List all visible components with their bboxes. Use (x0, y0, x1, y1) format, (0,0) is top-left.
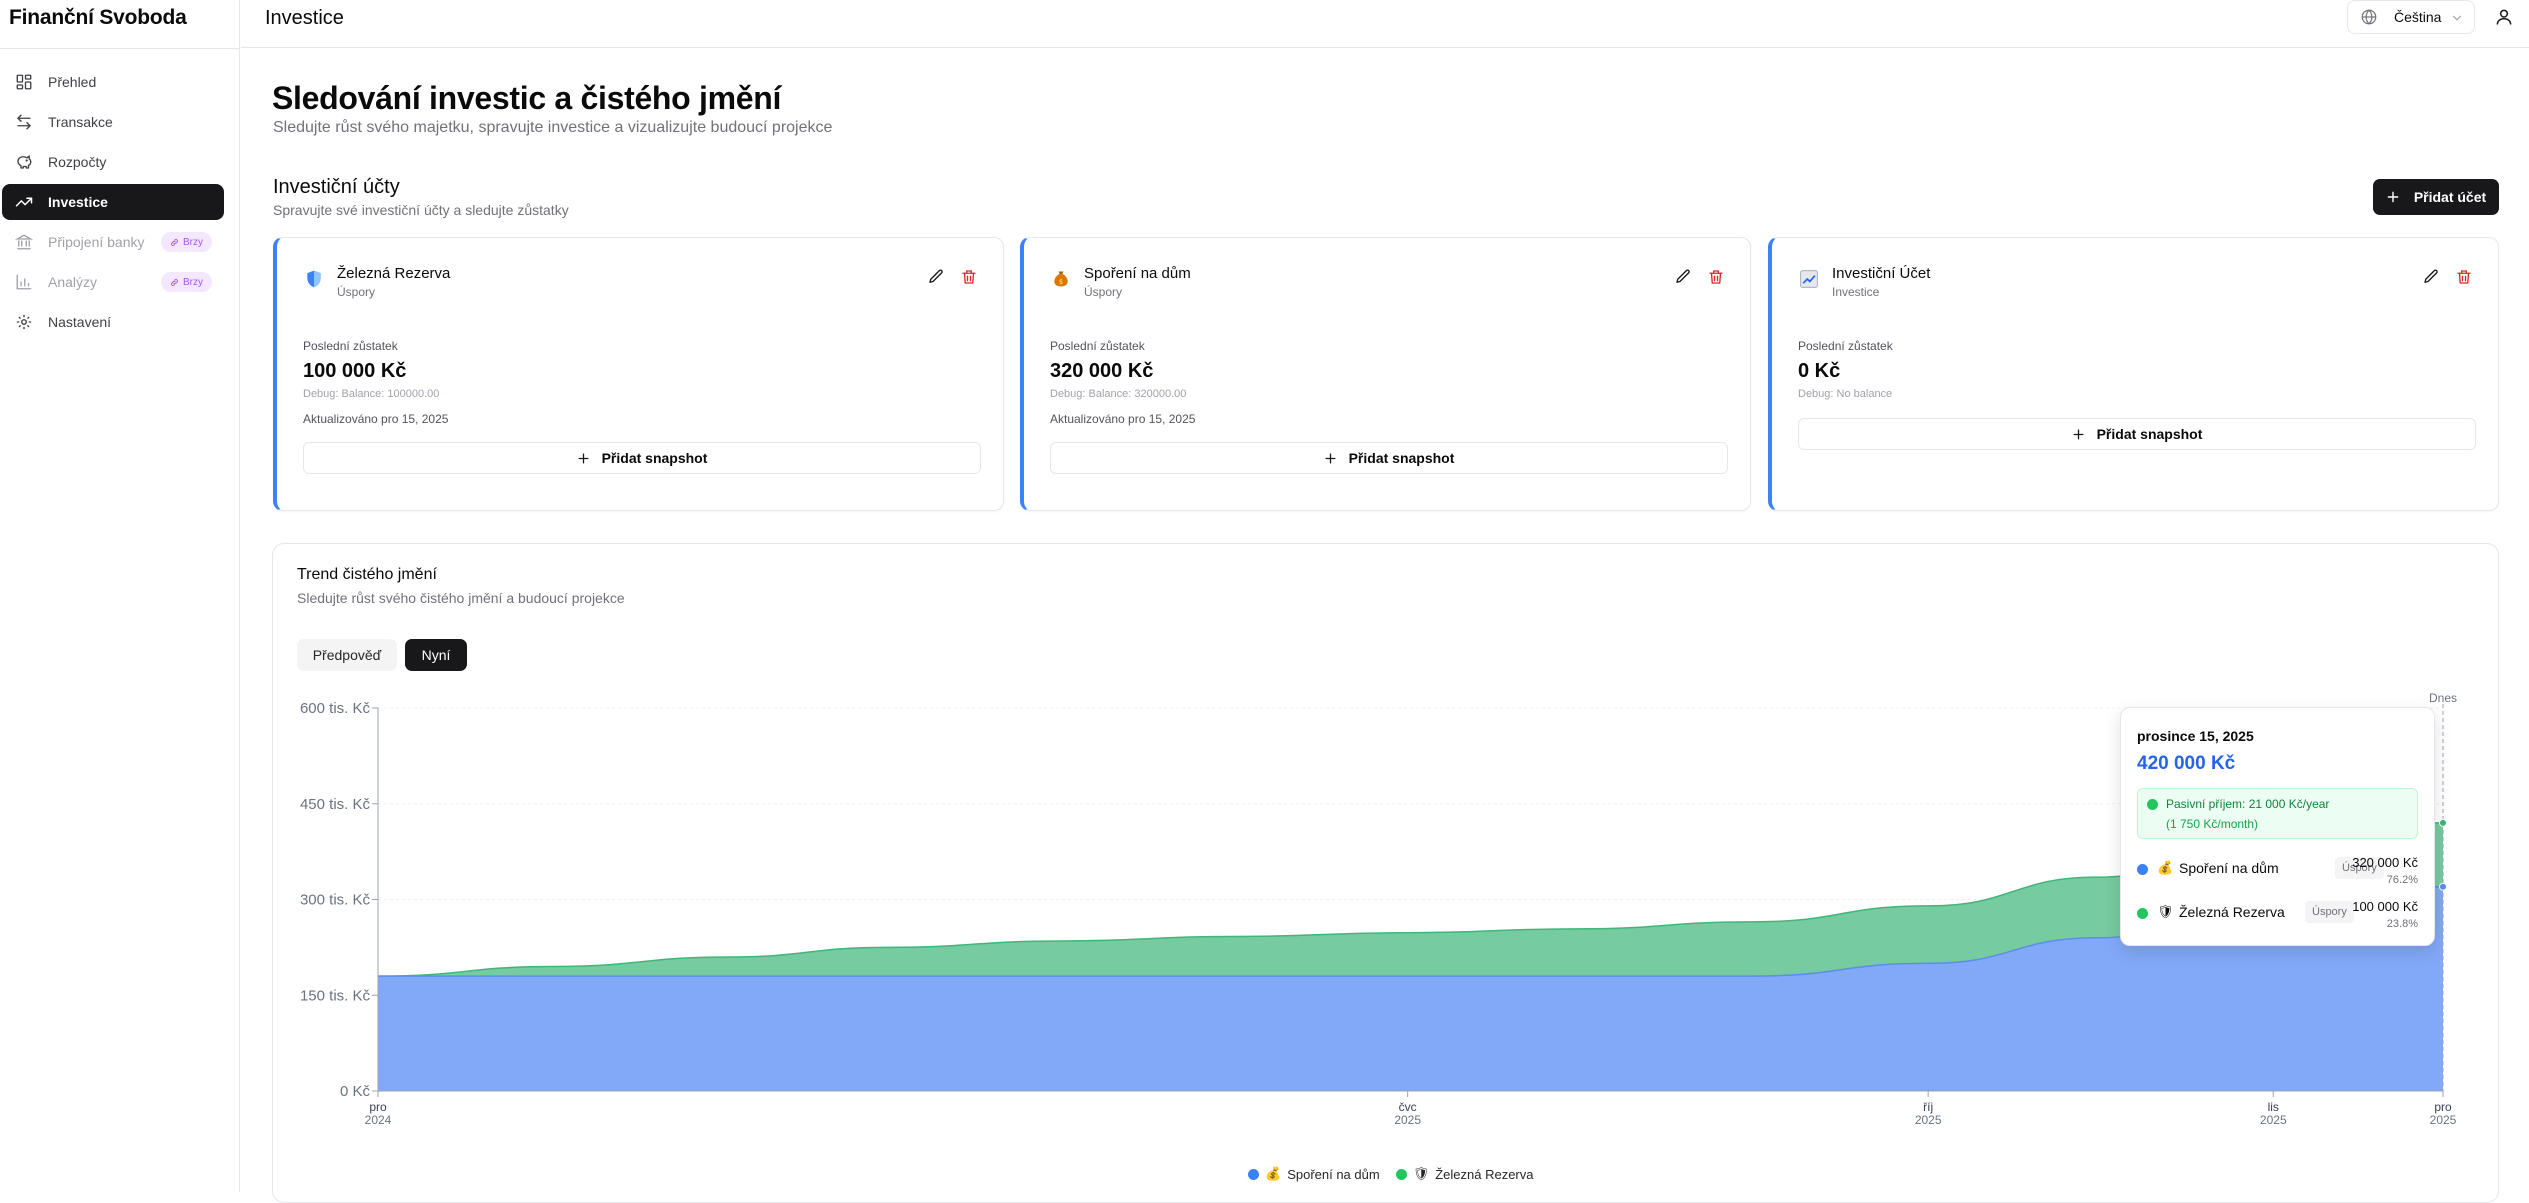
data-point-zelezna-rezerva[interactable] (2439, 818, 2447, 827)
y-tick-label: 300 tis. Kč (300, 892, 371, 909)
net-worth-chart: 0 Kč 150 tis. Kč 300 tis. Kč 450 tis. Kč 600… (300, 691, 2457, 1127)
tooltip-row-tag: Úspory (2305, 901, 2354, 923)
x-tick-year-label: 2025 (1915, 1113, 1942, 1127)
legend-item[interactable]: 💰 Spoření na dům (1248, 1166, 1380, 1182)
tooltip-date: prosince 15, 2025 (2137, 728, 2254, 744)
x-tick-year-label: 2025 (2430, 1113, 2457, 1127)
tooltip-row-pct: 23.8% (2386, 918, 2418, 930)
passive-income-dot (2147, 799, 2158, 810)
tooltip-total: 420 000 Kč (2137, 753, 2236, 774)
passive-income-box: Pasivní příjem: 21 000 Kč/year (1 750 Kč… (2137, 788, 2418, 839)
x-tick-year-label: 2024 (365, 1113, 392, 1127)
tooltip-row-pct: 76.2% (2386, 874, 2418, 886)
passive-income-monthly: (1 750 Kč/month) (2166, 817, 2259, 831)
tooltip-row-dot (2137, 864, 2148, 875)
legend-item[interactable]: 🛡 Železná Rezerva (1395, 1166, 1534, 1182)
today-label: Dnes (2429, 691, 2457, 705)
legend-label: Železná Rezerva (1435, 1166, 1534, 1182)
y-tick-label: 0 Kč (340, 1083, 371, 1100)
legend-label: Spoření na dům (1287, 1166, 1380, 1182)
legend-swatch (1248, 1168, 1259, 1180)
tooltip-row: 💰 Spoření na dům Úspory 320 000 Kč 76.2% (2137, 855, 2418, 891)
x-tick-month-label: pro (369, 1100, 387, 1114)
passive-income-line: Pasivní příjem: 21 000 Kč/year (2166, 797, 2329, 811)
passive-income-value: 21 000 Kč/year (2248, 797, 2330, 811)
x-tick-month-label: lis (2268, 1100, 2279, 1114)
y-tick-label: 450 tis. Kč (300, 796, 371, 813)
x-tick-month-label: říj (1923, 1100, 1933, 1114)
x-tick-month-label: čvc (1399, 1100, 1417, 1114)
tooltip-row-name: Spoření na dům (2179, 860, 2279, 876)
tooltip-row-emoji: 🛡 (2157, 904, 2174, 919)
legend-swatch (1395, 1168, 1407, 1180)
data-point-sporeni-na-dum[interactable] (2439, 882, 2447, 891)
x-tick-month-label: pro (2434, 1100, 2452, 1114)
x-tick-year-label: 2025 (2260, 1113, 2287, 1127)
chart-legend: 💰 Spoření na dům 🛡 Železná Rezerva (1248, 1166, 1534, 1182)
tooltip-row-value: 100 000 Kč (2352, 899, 2418, 914)
legend-emoji: 💰 (1265, 1166, 1282, 1181)
y-tick-label: 150 tis. Kč (300, 987, 371, 1004)
tooltip-row-emoji: 💰 (2157, 860, 2174, 875)
y-tick-label: 600 tis. Kč (300, 700, 371, 717)
x-tick-year-label: 2025 (1394, 1113, 1421, 1127)
legend-emoji: 🛡 (1412, 1166, 1430, 1181)
tooltip-row: 🛡 Železná Rezerva Úspory 100 000 Kč 23.8… (2137, 899, 2418, 935)
tooltip-row-value: 320 000 Kč (2352, 855, 2418, 870)
passive-income-prefix: Pasivní příjem: (2166, 797, 2249, 811)
tooltip-row-dot (2137, 908, 2148, 919)
tooltip-row-name: Železná Rezerva (2179, 904, 2285, 920)
chart-tooltip: prosince 15, 2025 420 000 Kč Pasivní pří… (2120, 707, 2435, 946)
